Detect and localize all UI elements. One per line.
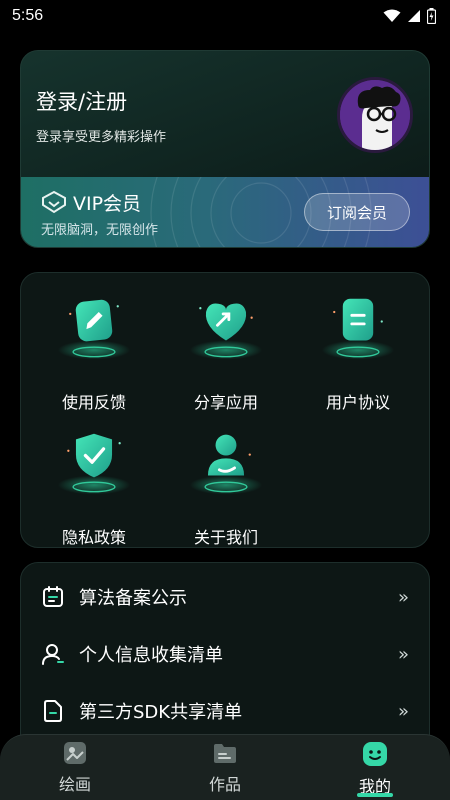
- status-time: 5:56: [12, 7, 44, 24]
- nav-item-works[interactable]: 作品: [185, 741, 265, 797]
- feature-label: 用户协议: [325, 393, 390, 412]
- feature-about[interactable]: 关于我们: [166, 428, 286, 548]
- file-icon: [44, 700, 62, 722]
- feature-label: 关于我们: [193, 528, 258, 547]
- share-heart-icon: [189, 303, 263, 360]
- active-tab-indicator: [357, 793, 393, 797]
- status-icons: [383, 8, 436, 24]
- links-card: 算法备案公示 » 个人信息收集清单 » 第三方SDK共享清单 »: [20, 562, 430, 762]
- bottom-nav: 绘画 作品 我的: [0, 734, 450, 800]
- user-outline-icon: [42, 644, 64, 665]
- feedback-pencil-icon: [57, 299, 131, 360]
- nav-label: 绘画: [58, 775, 91, 794]
- wifi-icon: [383, 9, 401, 22]
- feature-label: 分享应用: [193, 393, 258, 412]
- status-bar: 5:56: [0, 0, 450, 32]
- cellular-signal-icon: [408, 10, 420, 22]
- vip-subtitle: 无限脑洞，无限创作: [41, 223, 159, 238]
- chevron-right-icon: »: [397, 586, 409, 608]
- feature-share[interactable]: 分享应用: [166, 293, 286, 413]
- features-card: 使用反馈 分享应用 用户协议 隐私政策 关于我们: [20, 272, 430, 548]
- feature-label: 使用反馈: [61, 393, 126, 412]
- subscribe-button[interactable]: 订阅会员: [304, 193, 410, 231]
- feature-agreement[interactable]: 用户协议: [298, 293, 418, 413]
- chevron-right-icon: »: [397, 700, 409, 722]
- nav-item-draw[interactable]: 绘画: [35, 741, 115, 797]
- feature-feedback[interactable]: 使用反馈: [34, 293, 154, 413]
- list-item-label: 算法备案公示: [79, 588, 187, 609]
- list-item-personal-info[interactable]: 个人信息收集清单 »: [21, 626, 431, 682]
- feature-label: 隐私政策: [61, 528, 126, 547]
- list-item-third-party-sdk[interactable]: 第三方SDK共享清单 »: [21, 683, 431, 739]
- about-person-icon: [189, 434, 263, 495]
- list-item-algorithm-filing[interactable]: 算法备案公示 »: [21, 569, 431, 625]
- list-item-label: 个人信息收集清单: [79, 645, 223, 666]
- chevron-right-icon: »: [397, 643, 409, 665]
- login-subtitle: 登录享受更多精彩操作: [36, 130, 167, 145]
- login-register-link[interactable]: 登录/注册: [36, 86, 127, 116]
- profile-card: 登录/注册 登录享受更多精彩操作 VIP会员 无限脑洞，无限创作 订阅会员: [20, 50, 430, 248]
- vip-title: VIP会员: [73, 193, 142, 215]
- image-icon: [64, 742, 86, 764]
- agreement-doc-icon: [321, 298, 395, 360]
- avatar[interactable]: [337, 77, 413, 153]
- calendar-doc-icon: [43, 586, 63, 607]
- vip-banner[interactable]: VIP会员 无限脑洞，无限创作 订阅会员: [21, 177, 429, 247]
- nav-item-mine[interactable]: 我的: [335, 741, 415, 797]
- battery-icon: [427, 8, 436, 24]
- avatar-illustration: [340, 80, 410, 150]
- vip-badge-icon: [42, 190, 66, 214]
- nav-label: 作品: [208, 775, 241, 794]
- folder-icon: [214, 744, 236, 763]
- smile-icon: [363, 742, 387, 766]
- privacy-shield-icon: [57, 433, 131, 495]
- feature-privacy[interactable]: 隐私政策: [34, 428, 154, 548]
- list-item-label: 第三方SDK共享清单: [79, 702, 243, 723]
